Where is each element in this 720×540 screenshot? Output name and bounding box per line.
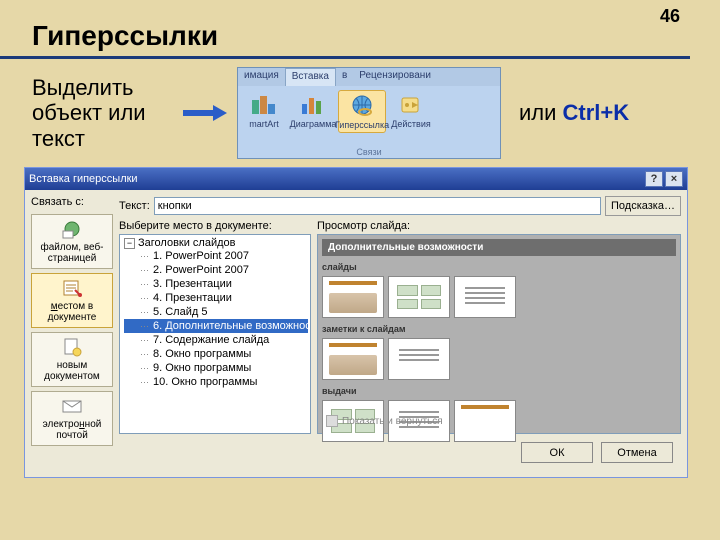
slide-title: Гиперссылки <box>0 0 690 59</box>
ribbon-label: Гиперссылка <box>335 121 389 130</box>
ribbon-hyperlink-button[interactable]: Гиперссылка <box>338 90 386 133</box>
preview-section: выдачи <box>322 386 676 396</box>
tree-item[interactable]: 10. Окно программы <box>124 375 308 389</box>
ribbon-label: martArt <box>249 120 279 129</box>
ok-button[interactable]: ОК <box>521 442 593 463</box>
shortcut-text: или Ctrl+K <box>519 100 629 126</box>
text-label: Текст: <box>119 200 150 212</box>
tree-item[interactable]: 7. Содержание слайда <box>124 333 308 347</box>
thumb <box>454 400 516 442</box>
smartart-icon <box>250 92 278 118</box>
thumb <box>322 276 384 318</box>
collapse-icon[interactable]: − <box>124 238 135 249</box>
instruction-text: Выделить объект или текст <box>32 75 177 151</box>
ribbon-tab[interactable]: в <box>336 68 353 86</box>
link-to-label: Связать с: <box>31 196 113 208</box>
close-button[interactable]: × <box>665 171 683 187</box>
tree-item[interactable]: 9. Окно программы <box>124 361 308 375</box>
tree-view[interactable]: − Заголовки слайдов 1. PowerPoint 2007 2… <box>119 234 311 434</box>
hyperlink-icon <box>348 93 376 119</box>
page-number: 46 <box>660 6 680 27</box>
ribbon-actions-button[interactable]: Действия <box>387 90 435 131</box>
place-icon <box>61 278 83 298</box>
ribbon-tabs: имация Вставка в Рецензировани <box>238 68 500 86</box>
newdoc-icon <box>61 337 83 357</box>
ribbon-tab[interactable]: Рецензировани <box>353 68 437 86</box>
thumb <box>322 338 384 380</box>
ribbon: имация Вставка в Рецензировани martArt Д… <box>237 67 501 159</box>
thumb <box>454 276 516 318</box>
link-place-button[interactable]: местом в документе <box>31 273 113 328</box>
link-newdoc-button[interactable]: новым документом <box>31 332 113 387</box>
ribbon-smartart-button[interactable]: martArt <box>240 90 288 131</box>
thumb <box>388 276 450 318</box>
preview-section: заметки к слайдам <box>322 324 676 334</box>
tree-item[interactable]: 8. Окно программы <box>124 347 308 361</box>
arrow-icon <box>183 106 231 120</box>
preview-title: Дополнительные возможности <box>322 239 676 256</box>
ribbon-label: Диаграмма <box>290 120 337 129</box>
slide-preview: Дополнительные возможности слайды заметк… <box>317 234 681 434</box>
tree-item[interactable]: 5. Слайд 5 <box>124 305 308 319</box>
show-return-checkbox[interactable] <box>326 415 338 427</box>
tree-label: Выберите место в документе: <box>119 220 311 232</box>
ribbon-group-label: Связи <box>238 147 500 157</box>
tree-item[interactable]: 4. Презентации <box>124 291 308 305</box>
dialog-title: Вставка гиперссылки <box>29 173 138 185</box>
chart-icon <box>299 92 327 118</box>
tree-item-selected[interactable]: 6. Дополнительные возможнос <box>124 319 308 333</box>
tree-item[interactable]: 3. Презентации <box>124 277 308 291</box>
dialog-titlebar: Вставка гиперссылки ? × <box>25 168 687 190</box>
ribbon-chart-button[interactable]: Диаграмма <box>289 90 337 131</box>
tree-root[interactable]: − Заголовки слайдов <box>124 237 308 249</box>
ribbon-tab[interactable]: имация <box>238 68 285 86</box>
file-web-icon <box>61 219 83 239</box>
thumb <box>388 338 450 380</box>
link-email-button[interactable]: электронной почтой <box>31 391 113 446</box>
cancel-button[interactable]: Отмена <box>601 442 673 463</box>
ribbon-tab-active[interactable]: Вставка <box>285 68 336 86</box>
hyperlink-dialog: Вставка гиперссылки ? × Связать с: файло… <box>24 167 688 478</box>
tree-item[interactable]: 1. PowerPoint 2007 <box>124 249 308 263</box>
hint-button[interactable]: Подсказка… <box>605 196 681 216</box>
ribbon-label: Действия <box>391 120 430 129</box>
preview-section: слайды <box>322 262 676 272</box>
show-return-row: Показать и вернуться <box>326 415 443 427</box>
link-file-web-button[interactable]: файлом, веб-страницей <box>31 214 113 269</box>
help-button[interactable]: ? <box>645 171 663 187</box>
shortcut-key: Ctrl+K <box>563 100 630 125</box>
show-return-label: Показать и вернуться <box>342 416 443 427</box>
tree-item[interactable]: 2. PowerPoint 2007 <box>124 263 308 277</box>
actions-icon <box>397 92 425 118</box>
preview-label: Просмотр слайда: <box>317 220 681 232</box>
text-input[interactable] <box>154 197 601 215</box>
email-icon <box>61 396 83 416</box>
